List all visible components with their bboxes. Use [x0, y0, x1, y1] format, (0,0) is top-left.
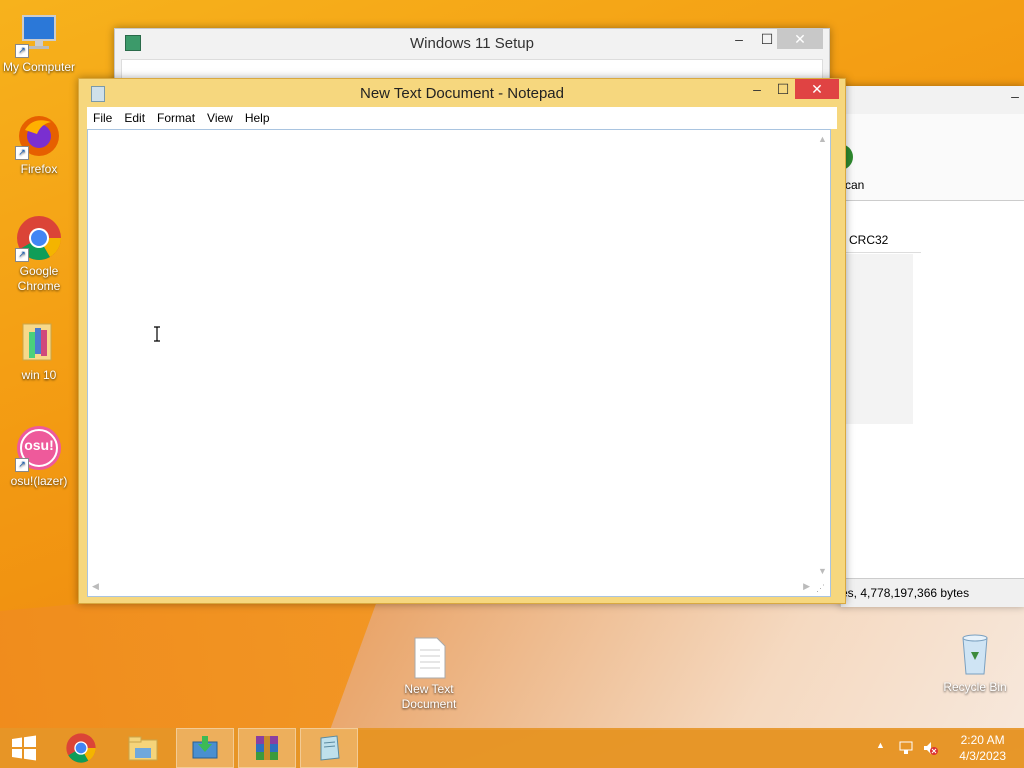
setup-icon [192, 736, 218, 759]
notepad-menubar: File Edit Format View Help [87, 107, 837, 129]
computer-icon: ↗ [15, 10, 63, 58]
tray-overflow-arrow[interactable]: ▲ [876, 740, 885, 750]
desktop-icon-label: Firefox [20, 162, 58, 176]
taskbar-file-explorer[interactable] [114, 728, 172, 768]
shortcut-arrow-icon: ↗ [15, 146, 29, 160]
setup-minimize-button[interactable]: – [725, 29, 753, 49]
desktop-icon-recycle-bin[interactable]: Recycle Bin [937, 630, 1013, 695]
taskbar-clock[interactable]: 2:20 AM 4/3/2023 [959, 732, 1006, 764]
archive-titlebar: – [841, 86, 1024, 114]
shortcut-arrow-icon: ↗ [15, 458, 29, 472]
menu-file[interactable]: File [87, 107, 118, 129]
desktop-icon-chrome[interactable]: ↗ Google Chrome [1, 214, 77, 294]
desktop-icon-label: osu!(lazer) [10, 474, 68, 488]
notepad-window-title: New Text Document - Notepad [360, 85, 564, 102]
text-cursor-icon [152, 326, 162, 342]
desktop-icon-label: Recycle Bin [943, 680, 1007, 694]
notepad-titlebar[interactable]: New Text Document - Notepad – ☐ ✕ [79, 79, 845, 107]
notepad-icon [320, 735, 340, 761]
archive-minimize-button[interactable]: – [1001, 86, 1024, 106]
osu-badge-text: osu! [24, 437, 54, 453]
desktop-icon-my-computer[interactable]: ↗ My Computer [1, 10, 77, 75]
menu-view[interactable]: View [201, 107, 239, 129]
desktop-icon-firefox[interactable]: ↗ Firefox [1, 112, 77, 177]
desktop-icon-label: My Computer [2, 60, 76, 74]
taskbar-notepad[interactable] [300, 728, 358, 768]
firefox-icon: ↗ [15, 112, 63, 160]
scroll-left-icon[interactable]: ◀ [92, 581, 99, 592]
desktop-icon-new-text-document[interactable]: New Text Document [391, 636, 467, 712]
desktop-icon-label: win 10 [21, 368, 57, 382]
setup-close-button[interactable]: ✕ [777, 29, 823, 49]
network-icon[interactable] [898, 740, 914, 756]
shortcut-arrow-icon: ↗ [15, 44, 29, 58]
desktop-icon-label: Google Chrome [17, 264, 61, 293]
recycle-bin-icon [951, 630, 999, 678]
taskbar-chrome[interactable] [52, 728, 110, 768]
scroll-up-icon[interactable]: ▲ [818, 134, 827, 144]
vertical-scrollbar[interactable]: ▲ ▼ [814, 130, 830, 578]
folder-icon [15, 318, 63, 366]
notepad-content[interactable] [88, 130, 830, 134]
archive-window[interactable]: – can CRC32 es, 4,778,197,366 bytes [835, 86, 1024, 607]
notepad-window[interactable]: New Text Document - Notepad – ☐ ✕ File Ed… [78, 78, 846, 604]
menu-help[interactable]: Help [239, 107, 276, 129]
start-icon [12, 735, 36, 761]
osu-icon: osu! ↗ [15, 424, 63, 472]
archive-status-bar: es, 4,778,197,366 bytes [841, 578, 1024, 607]
menu-format[interactable]: Format [151, 107, 201, 129]
desktop-icon-osu[interactable]: osu! ↗ osu!(lazer) [1, 424, 77, 489]
scroll-right-icon[interactable]: ▶ [803, 581, 810, 592]
scan-button-label[interactable]: can [845, 178, 864, 192]
setup-app-icon [125, 35, 141, 51]
desktop-icon-win10-folder[interactable]: win 10 [1, 318, 77, 383]
shortcut-arrow-icon: ↗ [15, 248, 29, 262]
resize-grip-icon[interactable]: ⋰ [816, 582, 828, 594]
desktop-icon-label: New Text Document [401, 682, 457, 711]
notepad-close-button[interactable]: ✕ [795, 79, 839, 99]
winrar-icon [256, 736, 278, 760]
setup-window-title: Windows 11 Setup [410, 35, 534, 52]
file-list [841, 254, 913, 424]
chrome-icon: ↗ [15, 214, 63, 262]
notepad-maximize-button[interactable]: ☐ [769, 79, 797, 99]
chrome-icon [66, 733, 96, 763]
scroll-down-icon[interactable]: ▼ [818, 566, 827, 576]
taskbar: ▲ 2:20 AM 4/3/2023 [0, 728, 1024, 768]
clock-date: 4/3/2023 [959, 749, 1006, 763]
text-file-icon [405, 636, 453, 680]
start-button[interactable] [0, 728, 48, 768]
taskbar-winrar[interactable] [238, 728, 296, 768]
notepad-text-area[interactable]: ▲ ▼ ◀ ▶ ⋰ [87, 129, 831, 597]
volume-muted-icon[interactable] [922, 740, 938, 756]
menu-edit[interactable]: Edit [118, 107, 151, 129]
horizontal-scrollbar[interactable]: ◀ ▶ [88, 578, 814, 596]
clock-time: 2:20 AM [960, 733, 1005, 747]
archive-toolbar: can [835, 114, 1024, 201]
file-explorer-icon [128, 736, 158, 761]
notepad-minimize-button[interactable]: – [743, 79, 771, 99]
column-header-crc32[interactable]: CRC32 [841, 228, 921, 253]
taskbar-setup[interactable] [176, 728, 234, 768]
